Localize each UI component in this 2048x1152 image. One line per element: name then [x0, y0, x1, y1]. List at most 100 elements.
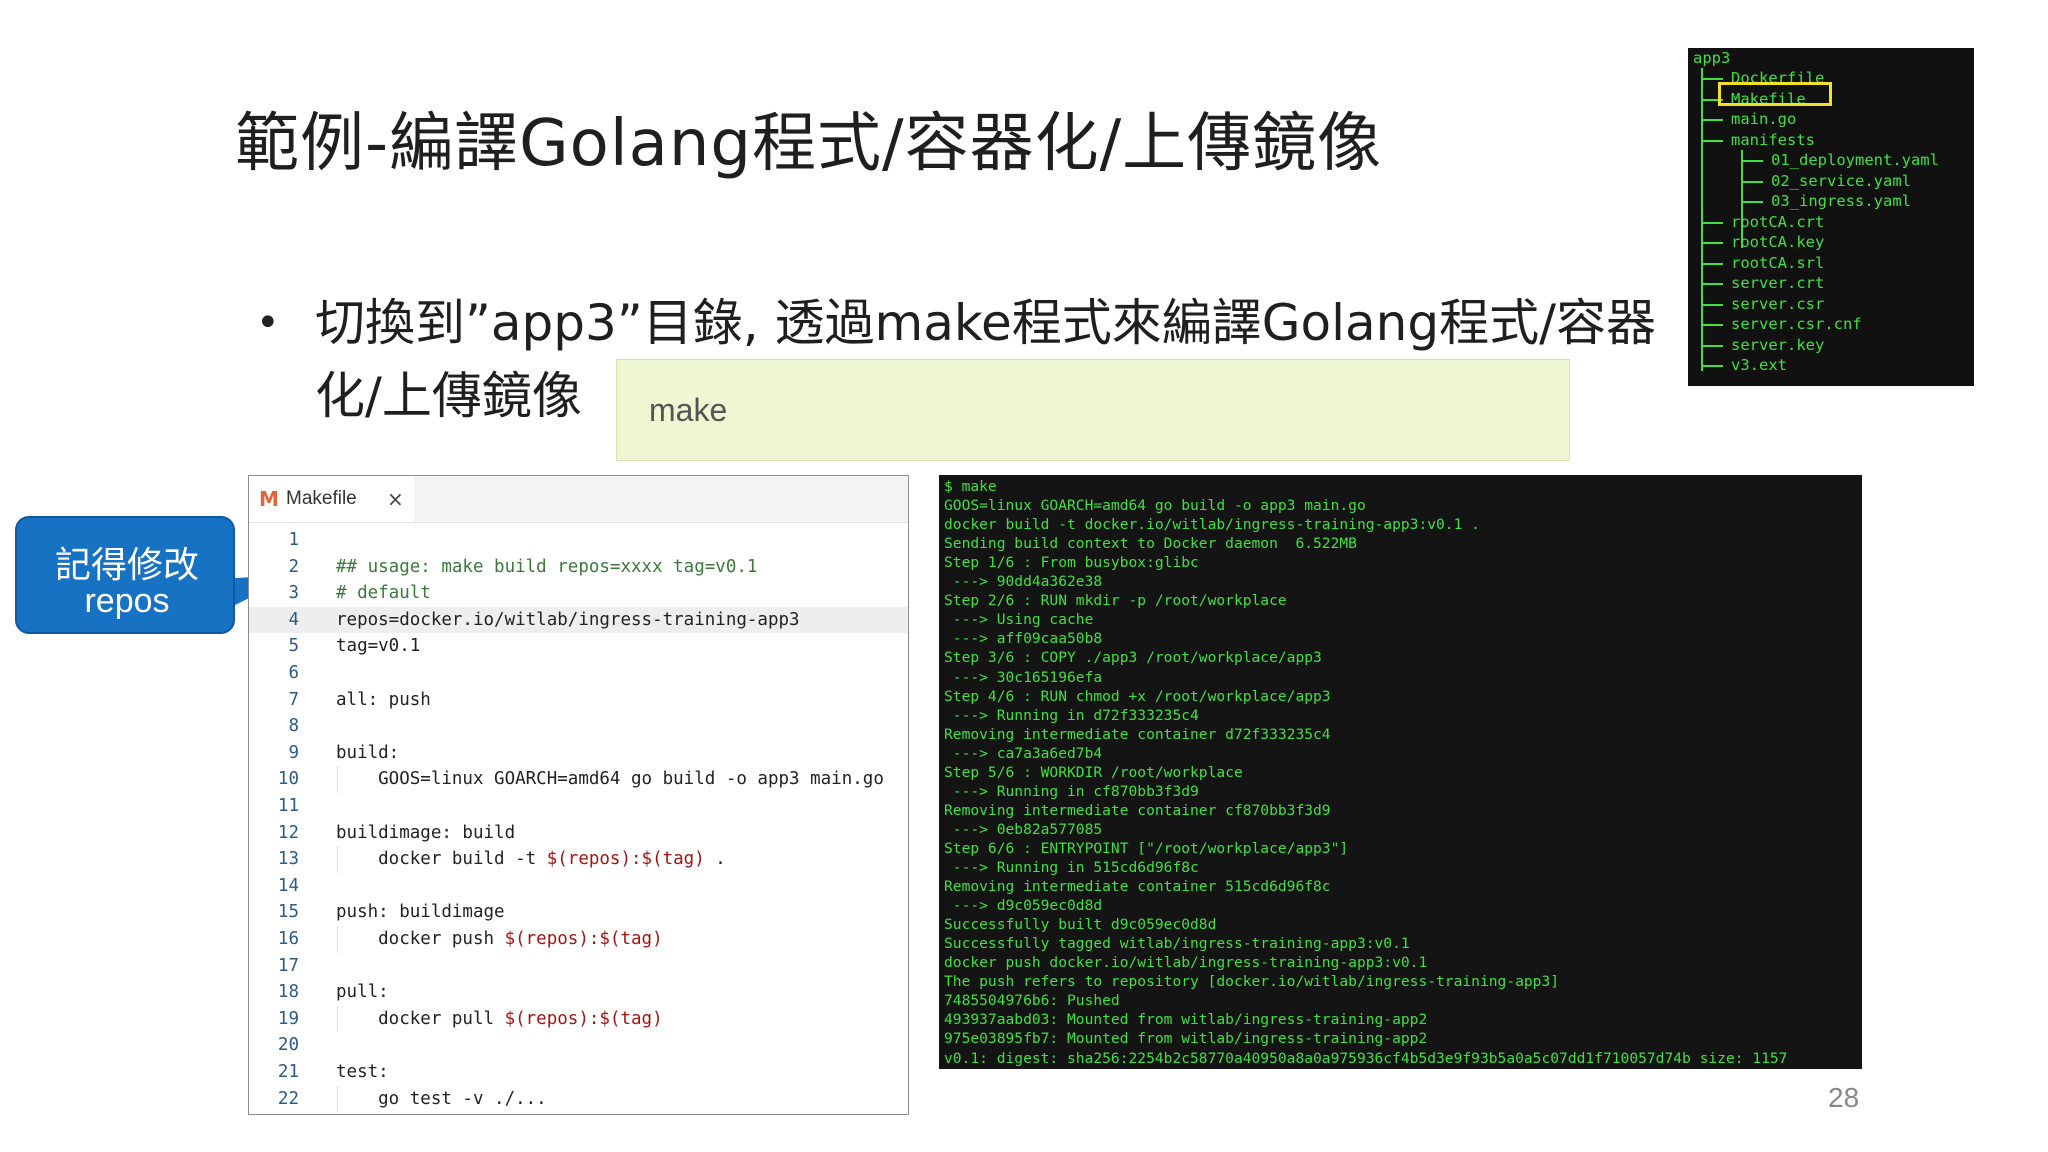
- indent-guide: [337, 1005, 338, 1033]
- code-line: 7 all: push: [249, 687, 908, 713]
- line-number: 1: [288, 530, 299, 550]
- bullet-text-line2: 化/上傳鏡像: [315, 367, 582, 425]
- line-number: 10: [277, 769, 299, 790]
- terminal-line: 493937aabd03: Mounted from witlab/ingres…: [944, 1011, 1428, 1029]
- tree-branch: [1701, 139, 1723, 142]
- tree-item: server.crt: [1731, 274, 1825, 292]
- code-line: 11: [249, 793, 908, 819]
- line-number: 5: [288, 636, 299, 657]
- terminal-line: ---> Using cache: [944, 611, 1094, 629]
- line-number: 8: [288, 716, 299, 737]
- terminal-line: Step 4/6 : RUN chmod +x /root/workplace/…: [944, 687, 1331, 705]
- code-line: 9 build:: [249, 740, 908, 766]
- line-number: 21: [277, 1062, 299, 1082]
- terminal-line: docker build -t docker.io/witlab/ingress…: [944, 516, 1480, 534]
- terminal-line: Removing intermediate container d72f3332…: [944, 725, 1331, 743]
- code-segment: docker pull: [336, 1008, 505, 1029]
- line-number: 14: [277, 875, 299, 896]
- tree-branch: [1741, 201, 1763, 203]
- close-icon[interactable]: ×: [387, 487, 404, 511]
- tab-label: Makefile: [286, 488, 357, 509]
- line-number: 18: [277, 982, 299, 1003]
- code-text: buildimage: build: [336, 820, 515, 846]
- code-line: 14: [249, 873, 908, 899]
- terminal-line: Step 5/6 : WORKDIR /root/workplace: [944, 763, 1243, 781]
- terminal-line: $ make: [944, 478, 997, 495]
- line-number: 17: [277, 955, 299, 976]
- line-number: 3: [288, 583, 299, 604]
- code-segment: go test -v ./...: [336, 1088, 547, 1109]
- tree-item: server.csr.cnf: [1731, 315, 1862, 333]
- terminal-line: 7485504976b6: Pushed: [944, 992, 1120, 1010]
- code-text: all: push: [336, 687, 431, 713]
- terminal-line: ---> ca7a3a6ed7b4: [944, 744, 1103, 762]
- tree-branch: [1701, 324, 1723, 326]
- code-line: 10 GOOS=linux GOARCH=amd64 go build -o a…: [249, 766, 908, 792]
- tree-item: 03_ingress.yaml: [1771, 192, 1911, 210]
- code-segment: GOOS=linux GOARCH=amd64 go build -o app3…: [336, 769, 884, 790]
- tree-item: 01_deployment.yaml: [1771, 151, 1939, 169]
- terminal-line: Removing intermediate container 515cd6d9…: [944, 878, 1331, 896]
- bullet-icon: •: [256, 300, 280, 346]
- line-number: 11: [277, 796, 299, 816]
- code-line: 2 ## usage: make build repos=xxxx tag=v0.…: [249, 554, 908, 580]
- make-variable: $(repos):$(tag): [546, 849, 705, 870]
- line-number: 20: [277, 1035, 299, 1056]
- line-number: 9: [288, 742, 299, 763]
- tree-item: 02_service.yaml: [1771, 171, 1911, 190]
- line-number: 15: [277, 902, 299, 923]
- tree-item: main.go: [1731, 110, 1797, 128]
- code-text: GOOS=linux GOARCH=amd64 go build -o app3…: [336, 766, 884, 792]
- code-line: 19 docker pull $(repos):$(tag): [249, 1006, 908, 1032]
- code-line: 5 tag=v0.1: [249, 633, 908, 659]
- code-segment: all: push: [336, 689, 431, 710]
- tree-item: v3.ext: [1731, 356, 1787, 374]
- line-number: 16: [277, 929, 299, 949]
- code-text: docker pull $(repos):$(tag): [336, 1006, 663, 1032]
- code-line: 18 pull:: [249, 979, 908, 1005]
- code-line: 6: [249, 660, 908, 686]
- code-segment: build:: [336, 742, 400, 763]
- code-segment: docker build -t: [336, 849, 547, 870]
- page-number: 28: [1828, 1082, 1860, 1113]
- code-text: tag=v0.1: [336, 633, 420, 659]
- code-text: push: buildimage: [336, 899, 505, 925]
- code-segment: test:: [336, 1062, 389, 1082]
- line-number: 6: [288, 663, 299, 683]
- terminal-line: ---> 30c165196efa: [944, 668, 1103, 686]
- code-text: test:: [336, 1059, 389, 1085]
- code-segment: buildimage: build: [336, 822, 516, 843]
- code-segment: repos=docker.io/witlab/ingress-training-…: [336, 609, 800, 630]
- terminal-line: v0.1: digest: sha256:2254b2c58770a40950a…: [944, 1049, 1788, 1067]
- line-number: 22: [277, 1088, 299, 1109]
- tree-branch: [1701, 303, 1723, 306]
- indent-guide: [337, 766, 338, 793]
- tree-branch: [1741, 160, 1763, 162]
- tree-branch: [1701, 344, 1723, 347]
- code-text: repos=docker.io/witlab/ingress-training-…: [336, 607, 800, 633]
- tree-branch: [1701, 262, 1723, 265]
- code-line: 3 # default: [249, 580, 908, 606]
- code-line: 13 docker build -t $(repos):$(tag) .: [249, 846, 908, 872]
- code-line: 20: [249, 1032, 908, 1058]
- tree-branch: [1701, 242, 1723, 244]
- tree-branch: [1701, 365, 1723, 367]
- code-line: 17: [249, 953, 908, 979]
- terminal-line: Successfully tagged witlab/ingress-train…: [944, 935, 1410, 953]
- tree-item: manifests: [1731, 130, 1815, 149]
- command-box: make: [616, 359, 1570, 461]
- terminal-line: Removing intermediate container cf870bb3…: [944, 801, 1331, 819]
- terminal-line: Step 3/6 : COPY ./app3 /root/workplace/a…: [944, 649, 1322, 667]
- code-line: 21 test:: [249, 1059, 908, 1085]
- indent-guide: [337, 926, 338, 953]
- code-line: 1: [249, 527, 908, 553]
- make-variable: $(repos):$(tag): [504, 1008, 663, 1029]
- terminal-line: GOOS=linux GOARCH=amd64 go build -o app3…: [944, 497, 1366, 515]
- terminal-line: Sending build context to Docker daemon 6…: [944, 535, 1357, 553]
- callout-line2: repos: [84, 582, 170, 620]
- terminal-line: ---> Running in 515cd6d96f8c: [944, 859, 1199, 876]
- code-editor: M Makefile × 1 2 ## usage: make build repo…: [248, 475, 909, 1115]
- tree-branch: [1741, 180, 1763, 183]
- callout-bubble: 記得修改 repos: [15, 516, 235, 634]
- tab-makefile[interactable]: M Makefile ×: [249, 476, 414, 522]
